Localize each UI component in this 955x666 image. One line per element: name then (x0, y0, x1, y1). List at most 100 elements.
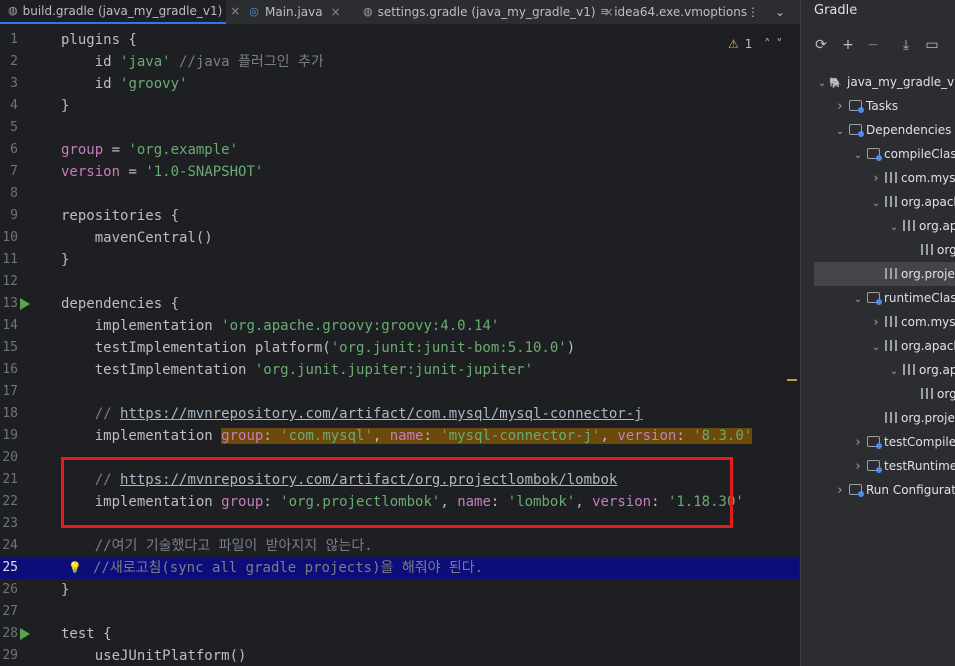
code-line[interactable]: 23 (0, 513, 799, 535)
code-line[interactable]: 24 //여기 기술했다고 파일이 받아지지 않는다. (0, 535, 799, 557)
run-gutter-icon[interactable] (20, 628, 30, 640)
code-line[interactable]: 16 testImplementation 'org.junit.jupiter… (0, 359, 799, 381)
code-line[interactable]: 8 (0, 183, 799, 205)
tree-node[interactable]: org.apache.groovy:groovy:4.0.14 (905, 382, 955, 406)
tree-node[interactable]: ⌄ runtimeClasspath (851, 286, 955, 310)
code-token: 'org.junit:junit-bom:5.10.0' (330, 340, 567, 356)
close-icon[interactable]: × (331, 5, 341, 19)
chevron-right-icon[interactable]: › (869, 311, 883, 335)
chevron-down-icon[interactable]: ⌄ (887, 216, 901, 240)
chevron-down-icon[interactable]: ⌄ (869, 336, 883, 360)
tree-node[interactable]: ⌄ 🐘 java_my_gradle_v1 (815, 70, 955, 94)
chevron-down-icon[interactable]: ⌄ (851, 288, 865, 312)
code-editor[interactable]: ⚠ 1 ˄ ˅ 1 plugins {2 id 'java' //java 플러그… (0, 25, 799, 666)
remove-icon[interactable]: − (863, 35, 883, 55)
tab-3[interactable]: ◍ settings.gradle (java_my_gradle_v1) × (355, 0, 614, 24)
line-number: 13 (2, 296, 18, 311)
close-icon[interactable]: × (230, 4, 240, 18)
code-line[interactable]: 22 implementation group: 'org.projectlom… (0, 491, 799, 513)
chevron-right-icon[interactable]: › (869, 167, 883, 191)
code-line[interactable]: 28 test { (0, 623, 799, 645)
chevron-right-icon[interactable]: › (833, 95, 847, 119)
chevron-down-icon[interactable]: ⌄ (851, 144, 865, 168)
code-text: test { (61, 623, 112, 645)
code-line[interactable]: 27 (0, 601, 799, 623)
code-line[interactable]: 12 (0, 271, 799, 293)
tree-node[interactable]: org.apache.groovy:groovy:4.0.14 (905, 238, 955, 262)
download-icon[interactable]: ⤓ (896, 35, 916, 55)
code-line[interactable]: 2 id 'java' //java 플러그인 추가 (0, 51, 799, 73)
code-line[interactable]: 29 useJUnitPlatform() (0, 645, 799, 666)
tab-4[interactable]: ≡ idea64.exe.vmoptions (592, 0, 747, 24)
tree-node-label: Run Configurations (866, 483, 955, 497)
chevron-down-icon[interactable]: ⌄ (887, 360, 901, 384)
intention-bulb-icon[interactable]: 💡 (68, 561, 82, 574)
tree-node[interactable]: › Tasks (833, 94, 898, 118)
code-line[interactable]: 19 implementation group: 'com.mysql', na… (0, 425, 799, 447)
chevron-down-icon[interactable]: ⌄ (815, 72, 829, 96)
code-line[interactable]: 5 (0, 117, 799, 139)
sync-icon[interactable]: ⟳ (811, 35, 831, 55)
code-token: version (61, 164, 121, 180)
run-gutter-icon[interactable] (20, 298, 30, 310)
tree-node[interactable]: ⌄ org.apache.groovy:groovy:4.0.14 (869, 190, 955, 214)
code-token: , (600, 428, 618, 444)
code-line[interactable]: 10 mavenCentral() (0, 227, 799, 249)
code-line[interactable]: 25 💡 //새로고침(sync all gradle projects)을 해줘야… (0, 557, 799, 579)
code-line[interactable]: 15 testImplementation platform('org.juni… (0, 337, 799, 359)
tab-1[interactable]: ◍ build.gradle (java_my_gradle_v1) × (0, 0, 240, 24)
tree-node[interactable]: › com.mysql:mysql-connector-j:8.3.0 (869, 310, 955, 334)
chevron-right-icon[interactable]: › (851, 455, 865, 479)
code-token[interactable]: https://mvnrepository.com/artifact/org.p… (120, 472, 617, 488)
line-number: 14 (2, 318, 18, 333)
code-line[interactable]: 20 (0, 447, 799, 469)
chevron-right-icon[interactable]: › (851, 431, 865, 455)
code-line[interactable]: 13 dependencies { (0, 293, 799, 315)
code-text: testImplementation platform('org.junit:j… (61, 337, 575, 359)
tree-node[interactable]: › Run Configurations (833, 478, 955, 502)
code-line[interactable]: 9 repositories { (0, 205, 799, 227)
tree-node[interactable]: › com.mysql:mysql-connector-j:8.3.0 (869, 166, 955, 190)
chevron-down-icon[interactable]: ⌄ (869, 192, 883, 216)
line-number: 21 (2, 472, 18, 487)
tree-node[interactable]: org.projectlombok:lombok:1.18.30 (869, 406, 955, 430)
code-line[interactable]: 4} (0, 95, 799, 117)
code-line[interactable]: 3 id 'groovy' (0, 73, 799, 95)
code-line[interactable]: 6 group = 'org.example' (0, 139, 799, 161)
code-line[interactable]: 7 version = '1.0-SNAPSHOT' (0, 161, 799, 183)
editor-tab-bar: ◍ build.gradle (java_my_gradle_v1) × ◎ Main.… (0, 0, 800, 25)
code-line[interactable]: 17 (0, 381, 799, 403)
code-token: , (440, 494, 458, 510)
add-icon[interactable]: + (838, 35, 858, 55)
tree-node[interactable]: › testRuntimeClasspath (851, 454, 955, 478)
code-text: // https://mvnrepository.com/artifact/co… (61, 403, 643, 425)
tab-2[interactable]: ◎ Main.java × (240, 0, 350, 24)
code-line[interactable]: 11} (0, 249, 799, 271)
tree-node[interactable]: › testCompileClasspath (851, 430, 955, 454)
tree-node[interactable]: org.projectlombok:lombok:1.18.30 (814, 262, 955, 286)
code-line[interactable]: 14 implementation 'org.apache.groovy:gro… (0, 315, 799, 337)
code-line[interactable]: 21 // https://mvnrepository.com/artifact… (0, 469, 799, 491)
code-line[interactable]: 18 // https://mvnrepository.com/artifact… (0, 403, 799, 425)
line-number: 16 (2, 362, 18, 377)
open-build-script-icon[interactable]: ▭ (922, 35, 942, 55)
code-line[interactable]: 26} (0, 579, 799, 601)
chevron-down-icon[interactable]: ⌄ (833, 120, 847, 144)
tree-node[interactable]: ⌄ org.apache.groovy:groovy:4.0.14 (869, 334, 955, 358)
tree-node[interactable]: ⌄ org.apache.groovy:groovy-bom:4.0.14 (887, 358, 955, 382)
folder-icon (849, 100, 864, 113)
tree-node-label: testCompileClasspath (884, 435, 955, 449)
code-token: : (490, 494, 508, 510)
code-text: useJUnitPlatform() (61, 645, 247, 666)
tree-node[interactable]: ⌄ Dependencies (833, 118, 951, 142)
code-line[interactable]: 1 plugins { (0, 29, 799, 51)
tree-node-label: compileClasspath (884, 147, 955, 161)
tree-node[interactable]: ⌄ compileClasspath (851, 142, 955, 166)
chevron-right-icon[interactable]: › (833, 479, 847, 503)
scrollbar-marker[interactable] (787, 379, 797, 381)
tab-list-icon[interactable]: ⋮ (747, 0, 759, 24)
code-token[interactable]: https://mvnrepository.com/artifact/com.m… (120, 406, 643, 422)
tab-dropdown-icon[interactable]: ⌄ (775, 0, 785, 24)
tree-node[interactable]: ⌄ org.apache.groovy:groovy-bom:4.0.14 (887, 214, 955, 238)
line-number: 28 (2, 626, 18, 641)
